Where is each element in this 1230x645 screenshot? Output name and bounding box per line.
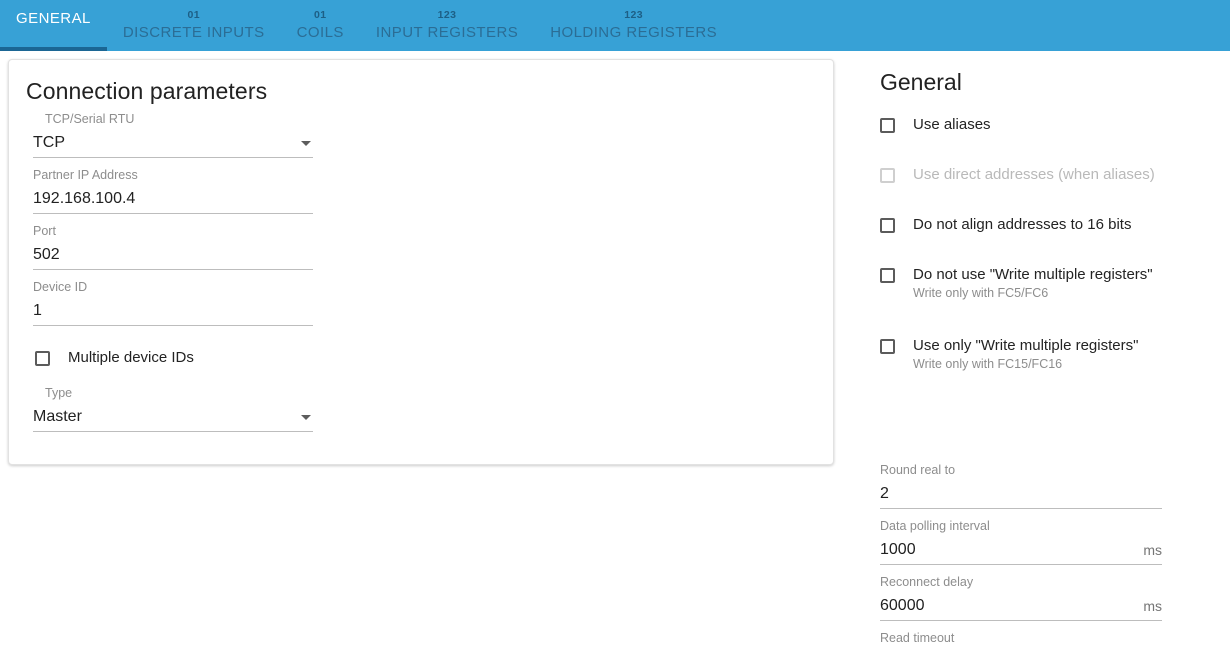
page-body: Connection parameters TCP/Serial RTU Par… bbox=[0, 51, 1230, 645]
tab-coils[interactable]: 01 COILS bbox=[281, 0, 360, 51]
round-real-to-input[interactable] bbox=[880, 484, 1162, 504]
device-id-label: Device ID bbox=[33, 280, 88, 294]
data-polling-interval-unit: ms bbox=[1143, 542, 1162, 558]
tab-discrete-inputs[interactable]: 01 DISCRETE INPUTS bbox=[107, 0, 281, 51]
round-real-to-field: Round real to bbox=[880, 463, 1162, 509]
protocol-label: TCP/Serial RTU bbox=[45, 112, 135, 126]
type-field: Type bbox=[33, 386, 313, 432]
multiple-device-ids-checkbox[interactable]: Multiple device IDs bbox=[35, 349, 194, 367]
tab-input-registers[interactable]: 123 INPUT REGISTERS bbox=[360, 0, 534, 51]
tab-discrete-inputs-label: DISCRETE INPUTS bbox=[122, 24, 265, 41]
connection-parameters-card: Connection parameters TCP/Serial RTU Par… bbox=[8, 59, 834, 465]
data-polling-interval-field: Data polling interval ms bbox=[880, 519, 1162, 565]
do-not-use-write-multiple-sublabel: Write only with FC5/FC6 bbox=[913, 286, 1049, 300]
reconnect-delay-field: Reconnect delay ms bbox=[880, 575, 1162, 621]
use-only-write-multiple-label: Use only "Write multiple registers" bbox=[913, 337, 1139, 354]
use-only-write-multiple-checkbox-box[interactable] bbox=[880, 339, 895, 354]
round-real-to-label: Round real to bbox=[880, 463, 956, 477]
port-label: Port bbox=[33, 224, 56, 238]
do-not-align-addresses-label: Do not align addresses to 16 bits bbox=[913, 216, 1132, 233]
general-panel-title: General bbox=[880, 69, 962, 95]
partner-ip-input[interactable] bbox=[33, 189, 313, 209]
protocol-field: TCP/Serial RTU bbox=[33, 112, 313, 158]
partner-ip-field: Partner IP Address bbox=[33, 168, 313, 214]
tab-coils-label: COILS bbox=[296, 24, 344, 41]
tab-input-registers-label: INPUT REGISTERS bbox=[375, 24, 519, 41]
use-direct-addresses-checkbox: Use direct addresses (when aliases) bbox=[880, 166, 1155, 184]
tab-holding-registers[interactable]: 123 HOLDING REGISTERS bbox=[534, 0, 733, 51]
use-direct-addresses-label: Use direct addresses (when aliases) bbox=[913, 166, 1155, 183]
tab-holding-registers-label: HOLDING REGISTERS bbox=[550, 24, 718, 41]
data-polling-interval-input[interactable] bbox=[880, 540, 1136, 560]
general-settings-panel: General Use aliases Use direct addresses… bbox=[866, 51, 1230, 645]
do-not-align-addresses-checkbox[interactable]: Do not align addresses to 16 bits bbox=[880, 216, 1131, 234]
type-select[interactable] bbox=[33, 403, 313, 432]
tab-bar: GENERAL 01 DISCRETE INPUTS 01 COILS 123 … bbox=[0, 0, 1230, 51]
port-field: Port bbox=[33, 224, 313, 270]
holding-registers-badge-icon: 123 bbox=[624, 9, 643, 21]
coils-badge-icon: 01 bbox=[314, 9, 327, 21]
device-id-field: Device ID bbox=[33, 280, 313, 326]
use-aliases-checkbox-box[interactable] bbox=[880, 118, 895, 133]
multiple-device-ids-label: Multiple device IDs bbox=[68, 349, 194, 366]
do-not-use-write-multiple-checkbox[interactable]: Do not use "Write multiple registers" Wr… bbox=[880, 266, 1153, 301]
type-select-value[interactable] bbox=[33, 407, 301, 427]
type-label: Type bbox=[45, 386, 73, 400]
tab-general-label: GENERAL bbox=[16, 10, 91, 27]
use-aliases-checkbox[interactable]: Use aliases bbox=[880, 116, 991, 134]
use-only-write-multiple-sublabel: Write only with FC15/FC16 bbox=[913, 357, 1063, 371]
do-not-use-write-multiple-label: Do not use "Write multiple registers" bbox=[913, 266, 1153, 283]
device-id-input[interactable] bbox=[33, 301, 313, 321]
multiple-device-ids-checkbox-box[interactable] bbox=[35, 351, 50, 366]
port-input[interactable] bbox=[33, 245, 313, 265]
reconnect-delay-input[interactable] bbox=[880, 596, 1136, 616]
protocol-select[interactable] bbox=[33, 129, 313, 158]
do-not-align-addresses-checkbox-box[interactable] bbox=[880, 218, 895, 233]
use-aliases-label: Use aliases bbox=[913, 116, 991, 133]
input-registers-badge-icon: 123 bbox=[437, 9, 457, 21]
use-only-write-multiple-checkbox[interactable]: Use only "Write multiple registers" Writ… bbox=[880, 337, 1138, 372]
protocol-select-value[interactable] bbox=[33, 133, 301, 153]
do-not-use-write-multiple-checkbox-box[interactable] bbox=[880, 268, 895, 283]
connection-parameters-title: Connection parameters bbox=[26, 78, 268, 104]
reconnect-delay-label: Reconnect delay bbox=[880, 575, 974, 589]
reconnect-delay-unit: ms bbox=[1143, 598, 1162, 614]
chevron-down-icon[interactable] bbox=[301, 414, 311, 420]
chevron-down-icon[interactable] bbox=[301, 140, 311, 146]
discrete-inputs-badge-icon: 01 bbox=[187, 9, 200, 21]
use-direct-addresses-checkbox-box bbox=[880, 168, 895, 183]
data-polling-interval-label: Data polling interval bbox=[880, 519, 990, 533]
read-timeout-label: Read timeout bbox=[880, 631, 955, 645]
read-timeout-field: Read timeout ms bbox=[880, 631, 1162, 645]
partner-ip-label: Partner IP Address bbox=[33, 168, 138, 182]
tab-general[interactable]: GENERAL bbox=[0, 0, 107, 51]
